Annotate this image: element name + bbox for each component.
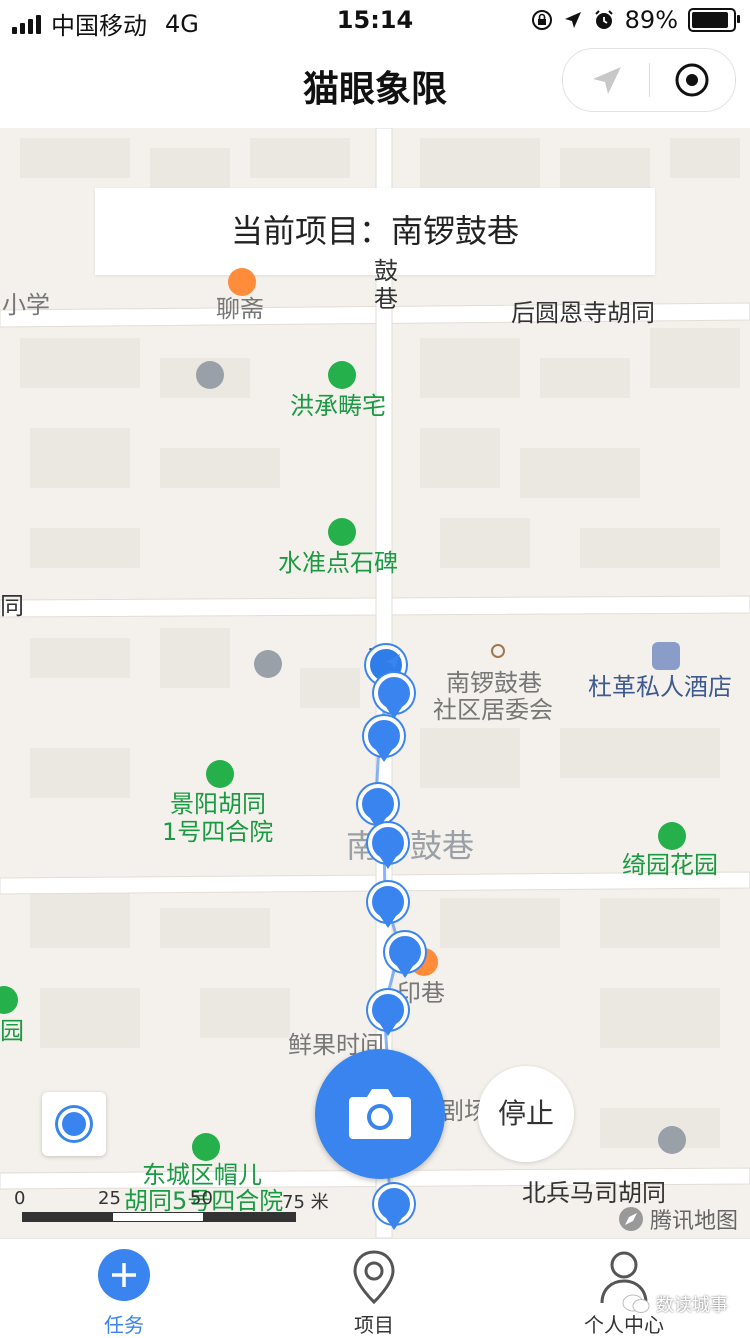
track-point-marker[interactable] bbox=[358, 784, 398, 830]
track-point-marker[interactable] bbox=[368, 823, 408, 869]
locate-icon bbox=[58, 1108, 90, 1140]
status-bar: 中国移动 4G 15:14 89% bbox=[0, 0, 750, 40]
plus-circle-icon bbox=[98, 1249, 150, 1301]
toilet-poi-icon bbox=[196, 361, 224, 389]
map-label: 1号四合院 bbox=[162, 818, 274, 846]
battery-icon bbox=[688, 8, 740, 32]
tab-tasks[interactable]: 任务 bbox=[49, 1239, 199, 1337]
map-label: 社区居委会 bbox=[433, 696, 553, 724]
scenic-poi-icon bbox=[658, 822, 686, 850]
map-label: 景阳胡同 bbox=[170, 790, 266, 818]
map-label: 水准点石碑 bbox=[278, 549, 398, 577]
close-target-icon[interactable] bbox=[673, 61, 711, 99]
location-pin-icon bbox=[353, 1250, 395, 1305]
map-label: 后圆恩寺胡同 bbox=[511, 299, 655, 327]
mini-program-capsule bbox=[562, 48, 736, 112]
compass-icon bbox=[618, 1207, 643, 1231]
alarm-icon bbox=[594, 10, 613, 29]
camera-button[interactable] bbox=[315, 1049, 445, 1179]
toilet-poi-icon bbox=[254, 650, 282, 678]
scale-bar bbox=[22, 1212, 296, 1222]
track-point-marker[interactable] bbox=[385, 932, 425, 978]
map-label: 南锣鼓巷 bbox=[446, 669, 542, 697]
banner-prefix: 当前项目： bbox=[230, 212, 391, 250]
rotation-lock-icon bbox=[531, 10, 552, 30]
hotel-poi-icon bbox=[652, 642, 680, 670]
tab-projects[interactable]: 项目 bbox=[299, 1239, 449, 1337]
scale-tick: 75 米 bbox=[282, 1192, 329, 1213]
location-share-icon[interactable] bbox=[587, 63, 627, 97]
scenic-poi-icon bbox=[192, 1133, 220, 1161]
banner-project-name: 南锣鼓巷 bbox=[391, 212, 520, 250]
scale-tick: 25 bbox=[98, 1188, 121, 1209]
provider-name: 腾讯地图 bbox=[649, 1209, 738, 1234]
area-label: 南锣鼓巷 bbox=[346, 827, 475, 865]
navigation-bar: 猫眼象限 bbox=[0, 40, 750, 128]
map-provider-logo: 腾讯地图 bbox=[618, 1203, 738, 1235]
map-label: 绮园花园 bbox=[622, 851, 718, 879]
scenic-poi-icon bbox=[206, 760, 234, 788]
scale-tick: 50 bbox=[190, 1188, 213, 1209]
map-label: 聊斋 bbox=[216, 295, 264, 323]
track-point-marker[interactable] bbox=[374, 1184, 414, 1230]
map-label: 鼓 巷 bbox=[374, 257, 398, 313]
map-label: 洪承畴宅 bbox=[290, 392, 386, 420]
watermark: 数读城事 bbox=[622, 1291, 728, 1317]
track-point-marker[interactable] bbox=[364, 716, 404, 762]
heading-arrow-icon bbox=[386, 654, 400, 670]
locate-me-button[interactable] bbox=[42, 1092, 106, 1156]
location-arrow-icon bbox=[564, 12, 581, 28]
watermark-text: 数读城事 bbox=[656, 1295, 728, 1316]
tab-profile[interactable]: 个人中心 bbox=[549, 1239, 699, 1337]
capsule-divider bbox=[649, 63, 650, 97]
stop-button[interactable]: 停止 bbox=[478, 1066, 574, 1162]
map-label: 同 bbox=[0, 592, 24, 620]
track-point-marker[interactable] bbox=[368, 990, 408, 1036]
tab-bar: 任务 项目 个人中心 数读城事 bbox=[0, 1238, 750, 1337]
community-poi-icon bbox=[491, 644, 505, 658]
scenic-poi-icon bbox=[328, 361, 356, 389]
map-label: 杜革私人酒店 bbox=[588, 673, 732, 701]
track-point-marker[interactable] bbox=[368, 882, 408, 928]
battery-percent: 89% bbox=[624, 6, 678, 34]
camera-icon bbox=[349, 1089, 411, 1139]
map-view[interactable]: 当前项目：南锣鼓巷 小学 聊斋 鼓 巷 后圆恩寺胡同 洪承畴宅 水准点石碑 同 … bbox=[0, 128, 750, 1238]
map-label: 园 bbox=[0, 1017, 24, 1045]
scale-tick: 0 bbox=[14, 1188, 26, 1209]
scenic-poi-icon bbox=[328, 518, 356, 546]
restaurant-poi-icon bbox=[228, 268, 256, 296]
map-label: 小学 bbox=[2, 291, 50, 319]
toilet-poi-icon bbox=[658, 1126, 686, 1154]
map-label: 东城区帽儿 bbox=[142, 1161, 262, 1189]
track-point-marker[interactable] bbox=[374, 673, 414, 719]
wechat-icon bbox=[622, 1294, 650, 1313]
